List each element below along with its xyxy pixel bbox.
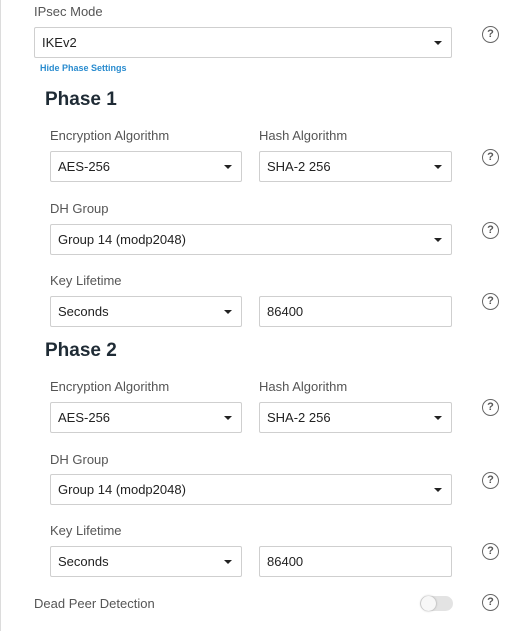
toggle-knob [421, 596, 436, 611]
phase2-dh-value: Group 14 (modp2048) [58, 482, 186, 497]
hide-phase-settings-link[interactable]: Hide Phase Settings [40, 63, 127, 73]
phase2-lifetime-label: Key Lifetime [50, 523, 122, 538]
caret-down-icon [434, 41, 442, 45]
help-circle-icon[interactable]: ? [482, 472, 499, 489]
phase1-lifetime-unit-select[interactable]: Seconds [50, 296, 242, 327]
phase1-lifetime-input[interactable]: 86400 [259, 296, 452, 327]
phase2-lifetime-input[interactable]: 86400 [259, 546, 452, 577]
dead-peer-detection-label: Dead Peer Detection [34, 596, 155, 611]
phase2-lifetime-value: 86400 [267, 554, 304, 569]
caret-down-icon [224, 165, 232, 169]
phase1-dh-value: Group 14 (modp2048) [58, 232, 186, 247]
caret-down-icon [434, 165, 442, 169]
ipsec-mode-label: IPsec Mode [34, 4, 103, 19]
caret-down-icon [434, 416, 442, 420]
phase2-lifetime-unit-value: Seconds [58, 554, 109, 569]
phase2-encryption-value: AES-256 [58, 410, 111, 425]
caret-down-icon [434, 238, 442, 242]
panel-left-border [0, 0, 1, 631]
phase1-hash-label: Hash Algorithm [259, 128, 348, 143]
phase2-dh-label: DH Group [50, 452, 109, 467]
help-circle-icon[interactable]: ? [482, 399, 499, 416]
help-circle-icon[interactable]: ? [482, 149, 499, 166]
phase1-encryption-label: Encryption Algorithm [50, 128, 170, 143]
phase2-hash-select[interactable]: SHA-2 256 [259, 402, 452, 433]
phase2-title: Phase 2 [45, 340, 117, 361]
phase1-dh-label: DH Group [50, 201, 109, 216]
caret-down-icon [224, 416, 232, 420]
phase1-encryption-select[interactable]: AES-256 [50, 151, 242, 182]
phase1-lifetime-unit-value: Seconds [58, 304, 109, 319]
dead-peer-detection-toggle[interactable] [420, 596, 453, 611]
caret-down-icon [224, 560, 232, 564]
ipsec-mode-select[interactable]: IKEv2 [34, 27, 452, 58]
phase1-lifetime-value: 86400 [267, 304, 304, 319]
phase1-hash-select[interactable]: SHA-2 256 [259, 151, 452, 182]
phase1-hash-value: SHA-2 256 [267, 159, 331, 174]
phase2-encryption-select[interactable]: AES-256 [50, 402, 242, 433]
caret-down-icon [224, 310, 232, 314]
phase2-lifetime-unit-select[interactable]: Seconds [50, 546, 242, 577]
phase2-dh-select[interactable]: Group 14 (modp2048) [50, 474, 452, 505]
help-circle-icon[interactable]: ? [482, 293, 499, 310]
caret-down-icon [434, 488, 442, 492]
phase1-dh-select[interactable]: Group 14 (modp2048) [50, 224, 452, 255]
help-circle-icon[interactable]: ? [482, 222, 499, 239]
phase1-lifetime-label: Key Lifetime [50, 273, 122, 288]
phase2-hash-value: SHA-2 256 [267, 410, 331, 425]
ipsec-mode-value: IKEv2 [42, 35, 77, 50]
help-circle-icon[interactable]: ? [482, 594, 499, 611]
help-circle-icon[interactable]: ? [482, 26, 499, 43]
help-circle-icon[interactable]: ? [482, 543, 499, 560]
phase1-encryption-value: AES-256 [58, 159, 111, 174]
phase2-encryption-label: Encryption Algorithm [50, 379, 170, 394]
phase2-hash-label: Hash Algorithm [259, 379, 348, 394]
phase1-title: Phase 1 [45, 89, 117, 110]
